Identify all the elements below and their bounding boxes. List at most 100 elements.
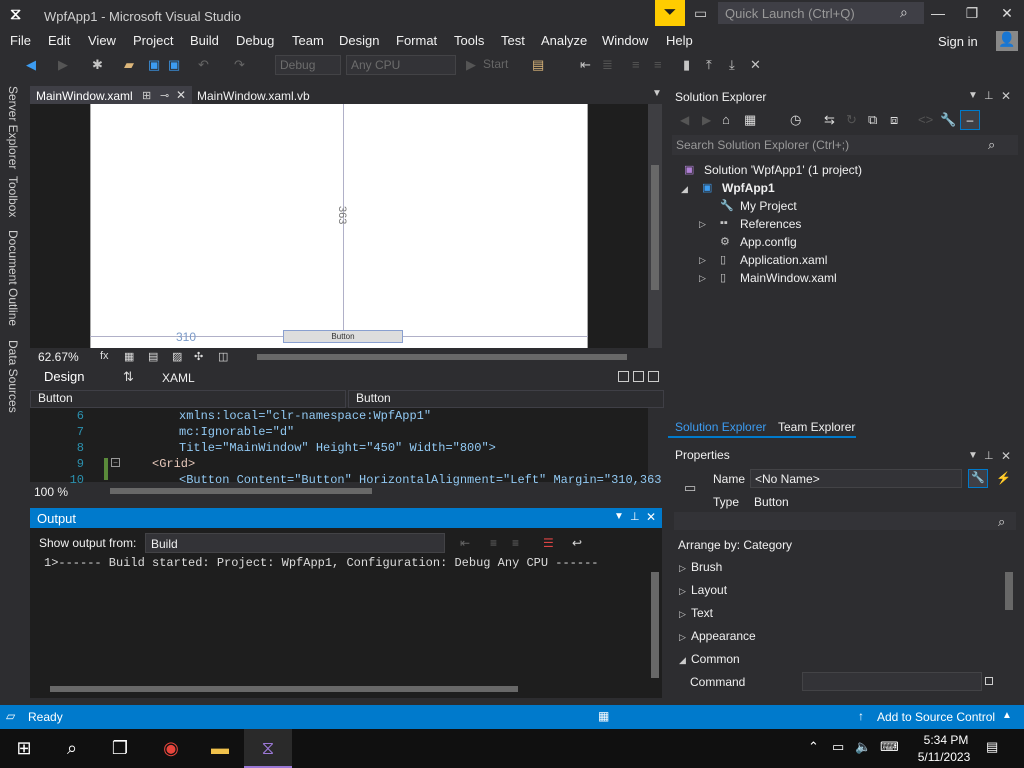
show-all-files-icon[interactable]: ⧈: [890, 112, 898, 128]
file-explorer-icon[interactable]: ▬: [196, 729, 244, 768]
save-all-icon[interactable]: ▣: [168, 57, 180, 73]
keyboard-icon[interactable]: ⌨: [880, 739, 899, 755]
horizontal-split-icon[interactable]: [633, 371, 644, 382]
task-view-icon[interactable]: ❐: [96, 729, 144, 768]
tree-item-application-xaml[interactable]: Application.xaml: [740, 253, 827, 267]
close-icon[interactable]: ✕: [997, 5, 1017, 22]
pin-icon[interactable]: ⊥: [984, 89, 994, 102]
collapsed-arrow-icon[interactable]: ▷: [679, 632, 686, 643]
clock-time[interactable]: 5:34 PM: [916, 733, 976, 747]
tree-solution[interactable]: Solution 'WpfApp1' (1 project): [704, 163, 862, 177]
next-bookmark-icon[interactable]: ⤓: [729, 57, 735, 73]
go-to-error-icon[interactable]: ⇤: [460, 536, 470, 550]
server-explorer-tab[interactable]: Server Explorer: [6, 86, 20, 169]
chevron-down-icon[interactable]: ▼: [968, 90, 978, 101]
scrollbar-thumb[interactable]: [651, 165, 659, 290]
output-source-dropdown[interactable]: Build: [145, 533, 445, 553]
menu-file[interactable]: File: [10, 33, 31, 48]
preview-selected-icon[interactable]: –: [960, 110, 980, 130]
back-icon[interactable]: ◀: [26, 57, 36, 73]
close-icon[interactable]: ✕: [1001, 89, 1011, 103]
xaml-view-tab[interactable]: XAML: [162, 371, 195, 385]
tree-item-app-config[interactable]: App.config: [740, 235, 797, 249]
undo-icon[interactable]: ↶: [198, 57, 209, 73]
sync-icon[interactable]: ⇆: [824, 112, 835, 128]
network-icon[interactable]: ▭: [832, 739, 844, 755]
comment-icon[interactable]: ≡: [632, 57, 640, 72]
chevron-down-icon[interactable]: ▼: [968, 450, 978, 461]
feedback-icon[interactable]: ▭: [694, 5, 707, 22]
collapsed-arrow-icon[interactable]: ▷: [679, 586, 686, 597]
menu-edit[interactable]: Edit: [48, 33, 70, 48]
device-preview-icon[interactable]: ◫: [218, 350, 228, 363]
swap-panes-icon[interactable]: ⇅: [123, 369, 134, 385]
collapsed-arrow-icon[interactable]: ▷: [699, 273, 706, 284]
chrome-icon[interactable]: ◉: [147, 729, 195, 768]
refresh-icon[interactable]: ↻: [846, 112, 857, 128]
indent-icon[interactable]: ≣: [602, 57, 613, 73]
chevron-down-icon[interactable]: ▼: [652, 88, 662, 99]
element-nav-dropdown[interactable]: [30, 390, 346, 408]
new-project-icon[interactable]: ✱: [92, 57, 103, 73]
minimize-icon[interactable]: —: [928, 5, 948, 21]
next-message-icon[interactable]: ≡: [512, 536, 519, 550]
collapse-all-icon[interactable]: ⧉: [868, 112, 877, 128]
start-button[interactable]: Start: [483, 57, 508, 71]
forward-icon[interactable]: ▶: [58, 57, 68, 73]
command-input[interactable]: [802, 672, 982, 691]
collapsed-arrow-icon[interactable]: ▷: [699, 219, 706, 230]
history-icon[interactable]: ◷: [790, 112, 801, 128]
menu-view[interactable]: View: [88, 33, 116, 48]
sign-in-link[interactable]: Sign in: [938, 34, 978, 49]
start-icon[interactable]: ▶: [466, 57, 476, 73]
arrange-by-dropdown[interactable]: Arrange by: Category: [678, 538, 792, 552]
volume-icon[interactable]: 🔈: [855, 739, 871, 755]
configuration-dropdown[interactable]: Debug: [275, 55, 341, 75]
chevron-up-icon[interactable]: ⌃: [808, 739, 819, 755]
tab-solution-explorer[interactable]: Solution Explorer: [675, 420, 766, 434]
menu-design[interactable]: Design: [339, 33, 379, 48]
vertical-split-icon[interactable]: [618, 371, 629, 382]
scrollbar-thumb[interactable]: [651, 572, 659, 678]
tree-item-references[interactable]: References: [740, 217, 801, 231]
chevron-up-icon[interactable]: ▲: [1002, 710, 1012, 721]
menu-analyze[interactable]: Analyze: [541, 33, 587, 48]
search-icon[interactable]: ⌕: [900, 4, 908, 21]
chevron-down-icon[interactable]: ▼: [614, 511, 624, 522]
open-file-icon[interactable]: ▰: [124, 57, 134, 73]
scrollbar-thumb[interactable]: [50, 686, 518, 692]
save-icon[interactable]: ▣: [148, 57, 160, 73]
window-canvas[interactable]: [90, 104, 588, 348]
menu-window[interactable]: Window: [602, 33, 648, 48]
tab-mainwindow-xaml-vb[interactable]: MainWindow.xaml.vb: [197, 89, 310, 103]
collapse-icon[interactable]: −: [111, 458, 120, 467]
designer-button[interactable]: Button: [283, 330, 403, 343]
tree-item-mainwindow-xaml[interactable]: MainWindow.xaml: [740, 271, 837, 285]
feedback-filter-icon[interactable]: ⏷: [655, 0, 685, 26]
category-text[interactable]: Text: [691, 606, 713, 620]
formula-icon[interactable]: fx: [100, 350, 109, 362]
quick-launch-input[interactable]: Quick Launch (Ctrl+Q): [718, 2, 924, 24]
property-marker-icon[interactable]: [985, 677, 993, 685]
scrollbar-thumb[interactable]: [257, 354, 627, 360]
properties-search-input[interactable]: [674, 512, 1016, 530]
restore-icon[interactable]: ❐: [962, 5, 982, 22]
name-input[interactable]: <No Name>: [750, 469, 962, 488]
close-icon[interactable]: ✕: [176, 88, 186, 102]
category-brush[interactable]: Brush: [691, 560, 722, 574]
category-layout[interactable]: Layout: [691, 583, 727, 597]
data-sources-tab[interactable]: Data Sources: [6, 340, 20, 413]
menu-project[interactable]: Project: [133, 33, 173, 48]
scrollbar-thumb[interactable]: [110, 488, 372, 494]
word-wrap-icon[interactable]: ↩: [572, 536, 582, 550]
zoom-dropdown[interactable]: 62.67%: [38, 350, 79, 364]
view-code-icon[interactable]: <>: [918, 112, 933, 127]
prev-message-icon[interactable]: ≡: [490, 536, 497, 550]
switch-views-icon[interactable]: ▦: [744, 112, 756, 128]
pin-icon[interactable]: ⊞: [142, 89, 151, 102]
member-nav-dropdown[interactable]: [348, 390, 664, 408]
document-outline-tab[interactable]: Document Outline: [6, 230, 20, 326]
find-in-files-icon[interactable]: ▤: [532, 57, 544, 73]
search-icon[interactable]: ⌕: [988, 137, 995, 153]
toolbox-icon[interactable]: ⇤: [580, 57, 591, 73]
